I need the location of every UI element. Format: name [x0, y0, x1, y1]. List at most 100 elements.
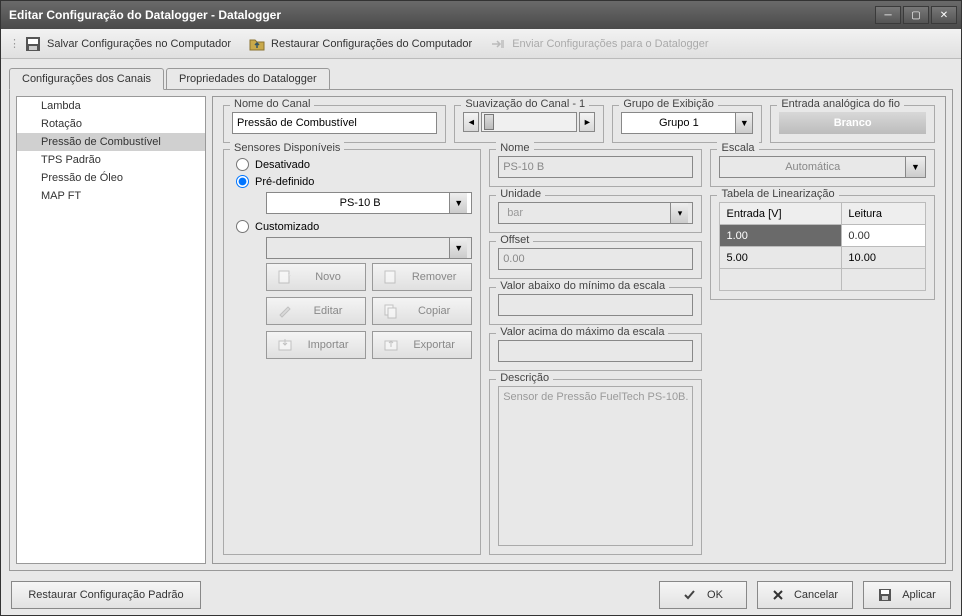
- scale-dropdown[interactable]: ▼: [906, 156, 926, 178]
- save-config-label: Salvar Configurações no Computador: [47, 38, 231, 50]
- below-min-input: [498, 294, 693, 316]
- unit-combo: bar ▾: [498, 202, 693, 224]
- chevron-down-icon[interactable]: ▼: [449, 193, 467, 213]
- custom-sensor-combo: ▼: [266, 237, 472, 259]
- detail-pane: Nome do Canal Suavização do Canal - 1 ◄ …: [212, 96, 946, 564]
- slider-decrease[interactable]: ◄: [463, 112, 479, 132]
- radio-customizado-row[interactable]: Customizado: [236, 218, 472, 235]
- list-item[interactable]: Pressão de Óleo: [17, 169, 205, 187]
- radio-desativado[interactable]: [236, 158, 249, 171]
- col-entrada: Entrada [V]: [720, 203, 842, 225]
- col-leitura: Leitura: [842, 203, 926, 225]
- cell-entrada: 1.00: [720, 225, 842, 247]
- window-title: Editar Configuração do Datalogger - Data…: [9, 8, 281, 22]
- label-escala: Escala: [717, 142, 758, 154]
- description-text: Sensor de Pressão FuelTech PS-10B.: [498, 386, 693, 546]
- group-combo-input[interactable]: [621, 112, 735, 134]
- copy-button: Copiar: [372, 297, 472, 325]
- predefined-sensor-value: PS-10 B: [271, 197, 449, 209]
- label-valor-abaixo: Valor abaixo do mínimo da escala: [496, 280, 669, 292]
- table-row[interactable]: 1.00 0.00: [720, 225, 926, 247]
- cell-leitura: 0.00: [842, 225, 926, 247]
- minimize-button[interactable]: ─: [875, 6, 901, 24]
- radio-customizado-label: Customizado: [255, 221, 319, 233]
- table-row[interactable]: 5.00 10.00: [720, 247, 926, 269]
- fs-valor-abaixo: Valor abaixo do mínimo da escala: [489, 287, 702, 325]
- save-icon: [878, 588, 892, 602]
- fs-wire: Entrada analógica do fio Branco: [770, 105, 935, 143]
- label-valor-acima: Valor acima do máximo da escala: [496, 326, 668, 338]
- fs-offset: Offset: [489, 241, 702, 279]
- export-icon: [383, 337, 399, 353]
- ok-button[interactable]: OK: [659, 581, 747, 609]
- new-button: Novo: [266, 263, 366, 291]
- radio-predefinido-row[interactable]: Pré-definido: [236, 173, 472, 190]
- send-config-button: Enviar Configurações para o Datalogger: [484, 33, 714, 55]
- send-icon: [490, 36, 506, 52]
- copy-label: Copiar: [407, 305, 461, 317]
- apply-button[interactable]: Aplicar: [863, 581, 951, 609]
- import-button: Importar: [266, 331, 366, 359]
- remove-label: Remover: [407, 271, 461, 283]
- fs-nome-canal: Nome do Canal: [223, 105, 446, 143]
- radio-desativado-row[interactable]: Desativado: [236, 156, 472, 173]
- chevron-down-icon: ▼: [449, 238, 467, 258]
- channel-name-input[interactable]: [232, 112, 437, 134]
- list-item[interactable]: Lambda: [17, 97, 205, 115]
- import-icon: [277, 337, 293, 353]
- close-icon: [772, 589, 784, 601]
- smoothing-slider[interactable]: [481, 112, 577, 132]
- edit-button: Editar: [266, 297, 366, 325]
- restore-default-button[interactable]: Restaurar Configuração Padrão: [11, 581, 201, 609]
- export-label: Exportar: [407, 339, 461, 351]
- tab-channels[interactable]: Configurações dos Canais: [9, 68, 164, 90]
- cancel-label: Cancelar: [794, 589, 838, 601]
- tab-properties[interactable]: Propriedades do Datalogger: [166, 68, 330, 89]
- slider-increase[interactable]: ►: [579, 112, 595, 132]
- close-button[interactable]: ✕: [931, 6, 957, 24]
- fs-grupo: Grupo de Exibição ▼: [612, 105, 762, 143]
- remove-icon: [383, 269, 399, 285]
- list-item[interactable]: Rotação: [17, 115, 205, 133]
- list-item[interactable]: Pressão de Combustível: [17, 133, 205, 151]
- label-nome-canal: Nome do Canal: [230, 98, 314, 110]
- table-row[interactable]: [720, 269, 926, 291]
- new-icon: [277, 269, 293, 285]
- offset-input: [498, 248, 693, 270]
- save-config-button[interactable]: Salvar Configurações no Computador: [19, 33, 237, 55]
- linearization-table[interactable]: Entrada [V] Leitura 1.00 0.00: [719, 202, 926, 291]
- edit-label: Editar: [301, 305, 355, 317]
- cell-leitura: 10.00: [842, 247, 926, 269]
- folder-up-icon: [249, 36, 265, 52]
- cancel-button[interactable]: Cancelar: [757, 581, 853, 609]
- maximize-button[interactable]: ▢: [903, 6, 929, 24]
- apply-label: Aplicar: [902, 589, 936, 601]
- restore-default-label: Restaurar Configuração Padrão: [28, 589, 183, 601]
- label-suavizacao: Suavização do Canal - 1: [461, 98, 589, 110]
- restore-config-button[interactable]: Restaurar Configurações do Computador: [243, 33, 478, 55]
- unit-value: bar: [503, 207, 670, 219]
- tab-panel: Lambda Rotação Pressão de Combustível TP…: [9, 89, 953, 571]
- toolbar: ⋮ Salvar Configurações no Computador Res…: [1, 29, 961, 59]
- above-max-input: [498, 340, 693, 362]
- bottom-bar: Restaurar Configuração Padrão OK Cancela…: [1, 575, 961, 615]
- sensor-name-input: [498, 156, 693, 178]
- tab-strip: Configurações dos Canais Propriedades do…: [9, 65, 953, 89]
- predefined-sensor-combo[interactable]: PS-10 B ▼: [266, 192, 472, 214]
- new-label: Novo: [301, 271, 355, 283]
- cell-entrada: 5.00: [720, 247, 842, 269]
- channel-list[interactable]: Lambda Rotação Pressão de Combustível TP…: [16, 96, 206, 564]
- chevron-down-icon: ▾: [670, 203, 688, 223]
- radio-customizado[interactable]: [236, 220, 249, 233]
- list-item[interactable]: MAP FT: [17, 187, 205, 205]
- label-wire: Entrada analógica do fio: [777, 98, 904, 110]
- list-item[interactable]: TPS Padrão: [17, 151, 205, 169]
- scale-value: Automática: [719, 156, 906, 178]
- fs-lin-table: Tabela de Linearização Entrada [V] Leitu…: [710, 195, 935, 300]
- label-offset: Offset: [496, 234, 533, 246]
- fs-descricao: Descrição Sensor de Pressão FuelTech PS-…: [489, 379, 702, 555]
- import-label: Importar: [301, 339, 355, 351]
- group-combo-dropdown[interactable]: ▼: [735, 112, 753, 134]
- label-grupo: Grupo de Exibição: [619, 98, 718, 110]
- radio-predefinido[interactable]: [236, 175, 249, 188]
